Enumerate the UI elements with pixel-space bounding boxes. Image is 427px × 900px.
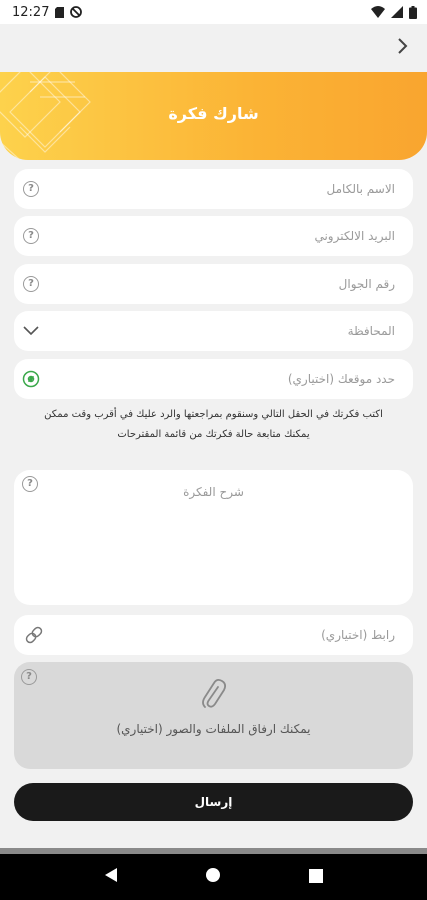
full-name-placeholder: الاسم بالكامل (326, 182, 395, 196)
blocked-notification-icon (70, 6, 83, 18)
back-triangle-icon[interactable] (104, 867, 118, 887)
question-icon[interactable]: ? (21, 179, 41, 199)
wifi-icon (371, 6, 385, 18)
sim-card-icon (55, 6, 65, 18)
location-target-icon[interactable] (21, 369, 41, 389)
recents-square-icon[interactable] (309, 868, 324, 887)
email-field[interactable]: ? البريد الالكتروني (14, 216, 413, 256)
chevron-right-icon (397, 37, 409, 59)
hint-line-1: اكتب فكرتك في الحقل التالي وسنقوم بمراجع… (44, 409, 383, 420)
location-placeholder: حدد موقعك (اختياري) (287, 372, 395, 386)
system-nav-bar (0, 854, 427, 900)
status-bar: 12:27 (0, 0, 427, 24)
app-bar (0, 24, 427, 72)
chevron-down-icon (21, 321, 41, 341)
back-button[interactable] (389, 34, 417, 62)
full-name-field[interactable]: ? الاسم بالكامل (14, 169, 413, 209)
mobile-field[interactable]: ? رقم الجوال (14, 264, 413, 304)
cellular-signal-icon (391, 6, 403, 18)
idea-description-textarea[interactable]: ? شرح الفكرة (14, 470, 413, 605)
link-placeholder: رابط (اختياري) (321, 628, 395, 642)
question-icon[interactable]: ? (21, 274, 41, 294)
submit-button[interactable]: إرسال (14, 783, 413, 821)
question-icon[interactable]: ? (21, 226, 41, 246)
page-title: شارك فكرة (168, 104, 259, 123)
email-placeholder: البريد الالكتروني (314, 229, 395, 243)
hint-line-2: يمكنك متابعة حالة فكرتك من قائمة المقترح… (117, 429, 310, 440)
form-hint: اكتب فكرتك في الحقل التالي وسنقوم بمراجع… (14, 405, 413, 445)
question-icon[interactable]: ? (21, 669, 37, 685)
home-circle-icon[interactable] (205, 867, 221, 887)
link-field[interactable]: رابط (اختياري) (14, 615, 413, 655)
attachments-upload[interactable]: ? يمكنك ارفاق الملفات والصور (اختياري) (14, 662, 413, 769)
paperclip-icon (200, 678, 227, 716)
governorate-placeholder: المحافظة (347, 324, 395, 338)
mobile-placeholder: رقم الجوال (338, 277, 395, 291)
location-field[interactable]: حدد موقعك (اختياري) (14, 359, 413, 399)
governorate-select[interactable]: المحافظة (14, 311, 413, 351)
page-header: شارك فكرة (0, 72, 427, 160)
attachments-label: يمكنك ارفاق الملفات والصور (اختياري) (116, 722, 311, 736)
status-time: 12:27 (12, 4, 50, 20)
idea-description-placeholder: شرح الفكرة (183, 485, 244, 499)
link-icon (24, 625, 44, 645)
battery-icon (409, 5, 417, 19)
